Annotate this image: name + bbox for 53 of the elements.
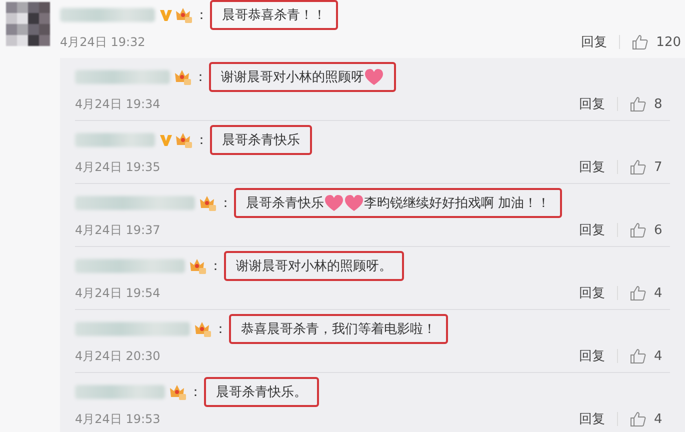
- reply-link[interactable]: 回复: [579, 284, 605, 302]
- colon: ：: [219, 195, 232, 212]
- thumbs-up-icon[interactable]: [630, 96, 646, 112]
- reply-link[interactable]: 回复: [581, 33, 608, 51]
- comment-text: 谢谢晨哥对小林的照顾呀。: [224, 251, 404, 281]
- crown-icon: [169, 384, 187, 400]
- timestamp: 4月24日 19:35: [75, 158, 160, 176]
- timestamp: 4月24日 19:34: [75, 96, 160, 112]
- thumbs-up-icon[interactable]: [630, 222, 646, 238]
- colon: ：: [209, 258, 222, 275]
- timestamp: 4月24日 20:30: [75, 348, 160, 364]
- crown-icon: [189, 258, 207, 274]
- timestamp: 4月24日 19:54: [75, 284, 160, 302]
- like-count: 4: [654, 286, 664, 300]
- thumbs-up-icon[interactable]: [632, 34, 648, 50]
- colon: ：: [195, 7, 208, 24]
- thumbs-up-icon[interactable]: [630, 348, 646, 364]
- reply-link[interactable]: 回复: [579, 158, 605, 176]
- heart-emoji-icon: [344, 194, 364, 212]
- crown-icon: [174, 68, 192, 86]
- colon: ：: [189, 384, 202, 401]
- like-count: 6: [654, 222, 664, 238]
- comment-text: 谢谢晨哥对小林的照顾呀: [209, 62, 396, 92]
- timestamp: 4月24日 19:53: [75, 410, 160, 428]
- comment-text: 晨哥杀青快乐 李昀锐继续好好拍戏啊 加油！！: [234, 188, 562, 218]
- comment-text: 恭喜晨哥杀青，我们等着电影啦！: [229, 314, 448, 344]
- reply-link[interactable]: 回复: [579, 347, 605, 365]
- thumbs-up-icon[interactable]: [630, 411, 646, 427]
- crown-icon: [175, 132, 193, 148]
- timestamp: 4月24日 19:37: [75, 222, 160, 238]
- comment-text: 晨哥杀青快乐。: [204, 377, 319, 407]
- heart-emoji-icon: [324, 194, 344, 212]
- like-count: 8: [654, 96, 664, 112]
- like-count: 7: [654, 160, 664, 174]
- like-count: 4: [654, 348, 664, 364]
- colon: ：: [195, 132, 208, 149]
- colon: ：: [214, 321, 227, 338]
- like-count: 120: [656, 34, 681, 50]
- colon: ：: [194, 69, 207, 86]
- comment-text: 晨哥杀青快乐: [210, 125, 312, 155]
- reply-link[interactable]: 回复: [579, 221, 605, 239]
- crown-icon: [199, 194, 217, 212]
- comment-text: 晨哥恭喜杀青！！: [210, 0, 338, 30]
- reply-link[interactable]: 回复: [579, 410, 605, 428]
- reply-link[interactable]: 回复: [579, 95, 605, 113]
- heart-emoji-icon: [364, 68, 384, 86]
- crown-icon: [194, 320, 212, 338]
- avatar: [6, 2, 50, 46]
- like-count: 4: [654, 412, 664, 426]
- thumbs-up-icon[interactable]: [630, 285, 646, 301]
- timestamp: 4月24日 19:32: [60, 34, 146, 50]
- thumbs-up-icon[interactable]: [630, 159, 646, 175]
- crown-icon: [175, 6, 193, 24]
